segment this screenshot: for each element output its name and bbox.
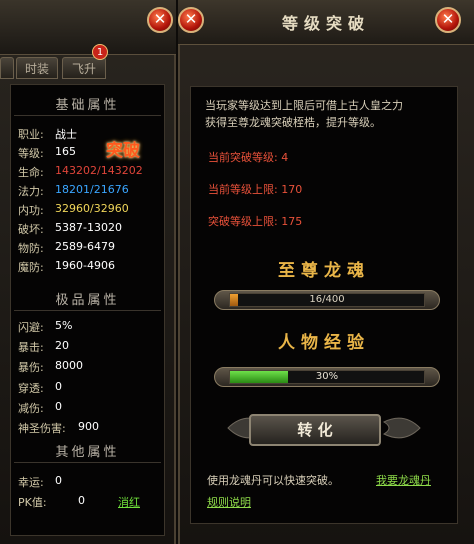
attribute-label: 破坏: — [18, 223, 44, 236]
attribute-value: 165 — [55, 145, 76, 158]
dragon-soul-text: 16/400 — [309, 294, 345, 305]
divider — [14, 115, 161, 116]
attribute-value: 900 — [78, 420, 99, 433]
attribute-label: 生命: — [18, 166, 44, 179]
attribute-label: 暴击: — [18, 341, 44, 355]
tab-ascend[interactable]: 飞升 — [62, 57, 106, 79]
attribute-value: 0 — [55, 399, 62, 413]
attribute-value: 18201/21676 — [55, 183, 129, 196]
info-breakthrough-cap: 突破等级上限: 175 — [208, 213, 302, 229]
rules-link[interactable]: 规则说明 — [207, 494, 251, 510]
clear-red-button[interactable]: 消红 — [118, 494, 140, 510]
attribute-label: 等级: — [18, 147, 44, 160]
info-label: 当前等级上限: — [208, 183, 278, 196]
convert-button[interactable]: 转 化 — [249, 414, 381, 446]
attribute-value: 0 — [55, 474, 62, 487]
tab-fashion[interactable]: 时装 — [16, 57, 58, 79]
description-line-2: 获得至尊龙魂突破桎梏，提升等级。 — [205, 116, 381, 129]
attribute-value: 8000 — [55, 359, 83, 373]
section-premium-attributes: 极品属性 — [55, 293, 120, 308]
attribute-label: PK值: — [18, 496, 47, 509]
tab-partial[interactable] — [0, 57, 14, 79]
attribute-label: 魔防: — [18, 261, 44, 274]
attribute-label: 物防: — [18, 242, 44, 255]
attribute-label: 暴伤: — [18, 361, 44, 375]
dragon-soul-bar: 16/400 — [214, 290, 440, 310]
notification-badge: 1 — [92, 44, 108, 60]
attribute-value: 143202/143202 — [55, 164, 143, 177]
attribute-label: 闪避: — [18, 321, 44, 334]
attribute-label: 内功: — [18, 204, 44, 217]
attribute-label: 幸运: — [18, 476, 44, 489]
info-value: 170 — [281, 183, 303, 196]
breakthrough-tag: 突破 — [106, 141, 140, 161]
experience-title: 人物经验 — [278, 333, 370, 353]
attribute-value: 0 — [55, 379, 62, 393]
attribute-label: 职业: — [18, 128, 44, 141]
dragon-soul-title: 至尊龙魂 — [278, 261, 370, 281]
attribute-value: 0 — [78, 494, 85, 507]
attribute-value: 战士 — [55, 128, 77, 141]
attribute-value: 20 — [55, 339, 69, 353]
attribute-value: 2589-6479 — [55, 240, 115, 253]
window-title: 等级突破 — [281, 14, 370, 33]
attribute-label: 减伤: — [18, 401, 44, 415]
info-value: 4 — [281, 151, 289, 164]
divider — [14, 462, 161, 463]
experience-text: 30% — [315, 371, 339, 382]
info-current-level: 当前突破等级: 4 — [208, 149, 288, 165]
info-value: 175 — [281, 215, 303, 228]
attribute-value: 1960-4906 — [55, 259, 115, 272]
divider — [14, 310, 161, 311]
section-basic-attributes: 基础属性 — [55, 98, 120, 113]
attribute-label: 法力: — [18, 185, 44, 198]
close-icon[interactable]: ✕ — [147, 7, 173, 33]
info-label: 突破等级上限: — [208, 215, 278, 228]
want-dragon-pill-link[interactable]: 我要龙魂丹 — [376, 472, 431, 488]
experience-bar: 30% — [214, 367, 440, 387]
section-other-attributes: 其他属性 — [55, 445, 120, 460]
attribute-label: 神圣伤害: — [18, 422, 66, 435]
attribute-value: 5387-13020 — [55, 221, 122, 234]
info-label: 当前突破等级: — [208, 151, 278, 164]
attribute-label: 穿透: — [18, 381, 44, 395]
attribute-value: 32960/32960 — [55, 202, 129, 215]
attribute-value: 5% — [55, 319, 73, 332]
info-current-cap: 当前等级上限: 170 — [208, 181, 302, 197]
description-line-1: 当玩家等级达到上限后可借上古人皇之力 — [205, 99, 403, 112]
hint-text: 使用龙魂丹可以快速突破。 — [207, 474, 339, 487]
